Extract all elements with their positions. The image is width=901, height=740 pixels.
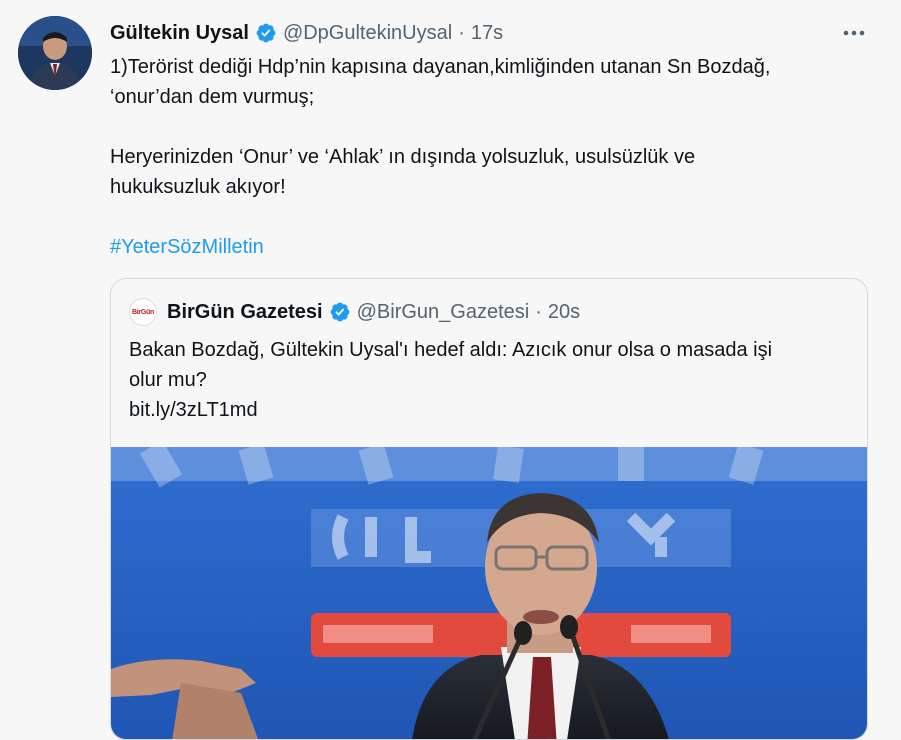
tweet-text: 1)Terörist dediği Hdp’nin kapısına dayan… (110, 52, 870, 262)
tweet-text-line: hukuksuzluk akıyor! (110, 176, 286, 198)
tweet-text-line: ‘onur’dan dem vurmuş; (110, 86, 315, 108)
quoted-text-line: Bakan Bozdağ, Gültekin Uysal'ı hedef ald… (129, 339, 773, 361)
author-name[interactable]: Gültekin Uysal (110, 22, 249, 45)
quoted-link[interactable]: bit.ly/3zLT1md (129, 395, 849, 425)
quoted-author-avatar[interactable]: BirGün (129, 298, 157, 326)
hashtag-link[interactable]: #YeterSözMilletin (110, 236, 264, 258)
tweet-timestamp[interactable]: 17s (471, 22, 503, 45)
author-avatar[interactable] (18, 16, 92, 90)
separator-dot: · (458, 21, 465, 44)
quoted-text-line: olur mu? (129, 369, 207, 391)
quoted-tweet-timestamp[interactable]: 20s (548, 301, 580, 324)
author-handle[interactable]: @DpGultekinUysal (283, 22, 452, 45)
quoted-author-handle[interactable]: @BirGun_Gazetesi (357, 301, 530, 324)
more-options-button[interactable] (839, 22, 869, 44)
tweet-header: Gültekin Uysal @DpGultekinUysal · 17s (110, 20, 503, 46)
verified-badge-icon (330, 302, 350, 322)
quoted-tweet-text: Bakan Bozdağ, Gültekin Uysal'ı hedef ald… (129, 335, 849, 425)
ellipsis-icon (843, 30, 865, 36)
separator-dot: · (535, 300, 542, 323)
verified-badge-icon (256, 23, 276, 43)
quoted-author-name[interactable]: BirGün Gazetesi (167, 301, 323, 324)
tweet-text-line: 1)Terörist dediği Hdp’nin kapısına dayan… (110, 56, 771, 78)
quoted-tweet-photo[interactable] (111, 447, 867, 739)
tweet-text-line: Heryerinizden ‘Onur’ ve ‘Ahlak’ ın dışın… (110, 146, 696, 168)
quoted-tweet-header: BirGün BirGün Gazetesi @BirGun_Gazetesi … (129, 298, 580, 326)
tweet[interactable]: Gültekin Uysal @DpGultekinUysal · 17s 1)… (0, 0, 901, 740)
quoted-tweet[interactable]: BirGün BirGün Gazetesi @BirGun_Gazetesi … (110, 278, 868, 740)
birgun-logo: BirGün (132, 308, 154, 316)
